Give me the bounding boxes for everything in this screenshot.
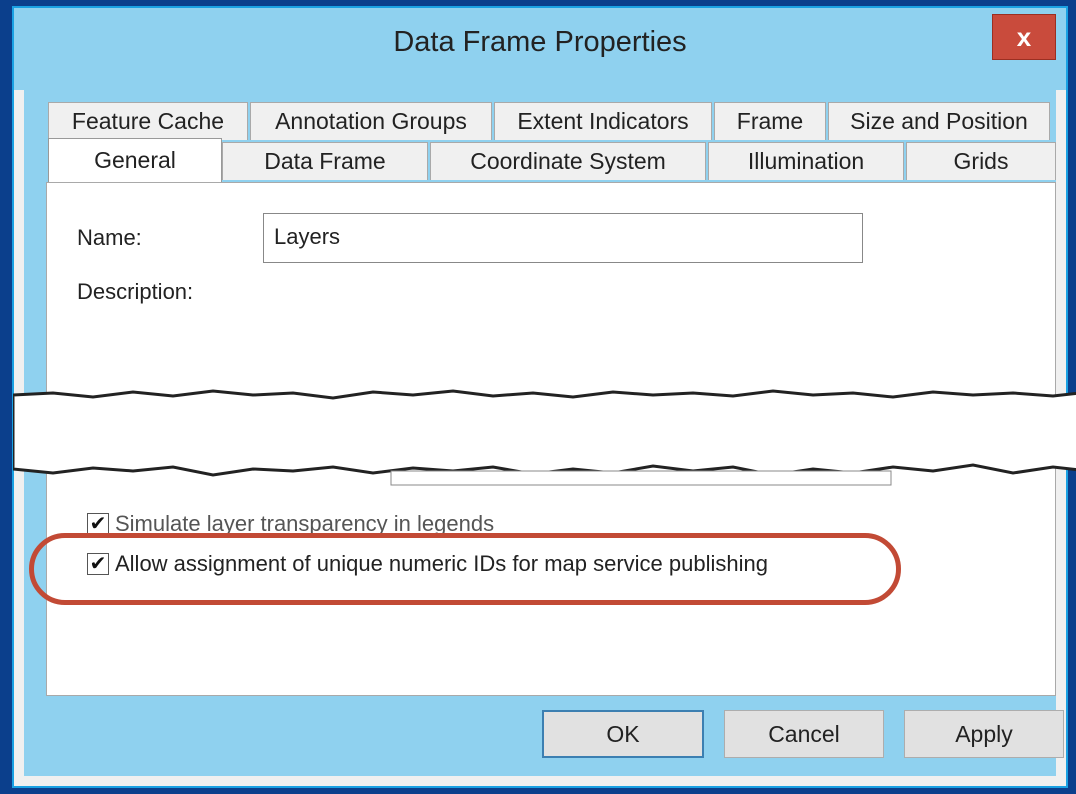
tab-row-front: General Data Frame Coordinate System Ill… bbox=[24, 138, 1056, 182]
simulate-transparency-checkbox[interactable]: ✔ bbox=[87, 513, 109, 535]
tab-row-back: Feature Cache Annotation Groups Extent I… bbox=[24, 102, 1056, 142]
tab-coordinate-system[interactable]: Coordinate System bbox=[430, 142, 706, 180]
name-input[interactable]: Layers bbox=[263, 213, 863, 263]
tab-general[interactable]: General bbox=[48, 138, 222, 182]
tab-illumination[interactable]: Illumination bbox=[708, 142, 904, 180]
tab-data-frame[interactable]: Data Frame bbox=[222, 142, 428, 180]
tab-annotation-groups[interactable]: Annotation Groups bbox=[250, 102, 492, 140]
close-button[interactable]: x bbox=[992, 14, 1056, 60]
close-icon: x bbox=[1016, 21, 1032, 52]
dialog-title: Data Frame Properties bbox=[393, 26, 687, 58]
unique-ids-label: Allow assignment of unique numeric IDs f… bbox=[115, 551, 768, 576]
dialog-client: Feature Cache Annotation Groups Extent I… bbox=[13, 90, 1076, 776]
apply-button[interactable]: Apply bbox=[904, 710, 1064, 758]
tab-extent-indicators[interactable]: Extent Indicators bbox=[494, 102, 712, 140]
ok-button[interactable]: OK bbox=[542, 710, 704, 758]
tab-frame[interactable]: Frame bbox=[714, 102, 826, 140]
tab-grids[interactable]: Grids bbox=[906, 142, 1056, 180]
torn-edge-divider bbox=[13, 389, 1076, 486]
tab-size-and-position[interactable]: Size and Position bbox=[828, 102, 1050, 140]
dialog-window: Data Frame Properties x Feature Cache An… bbox=[12, 6, 1076, 788]
general-tab-panel: Name: Layers Description: ✔ Simulate lay… bbox=[13, 182, 1076, 696]
tab-feature-cache[interactable]: Feature Cache bbox=[48, 102, 248, 140]
title-bar: Data Frame Properties x bbox=[14, 8, 1066, 90]
name-label: Name: bbox=[77, 225, 142, 250]
cancel-button[interactable]: Cancel bbox=[724, 710, 884, 758]
description-label: Description: bbox=[77, 279, 194, 304]
unique-ids-checkbox[interactable]: ✔ bbox=[87, 553, 109, 575]
